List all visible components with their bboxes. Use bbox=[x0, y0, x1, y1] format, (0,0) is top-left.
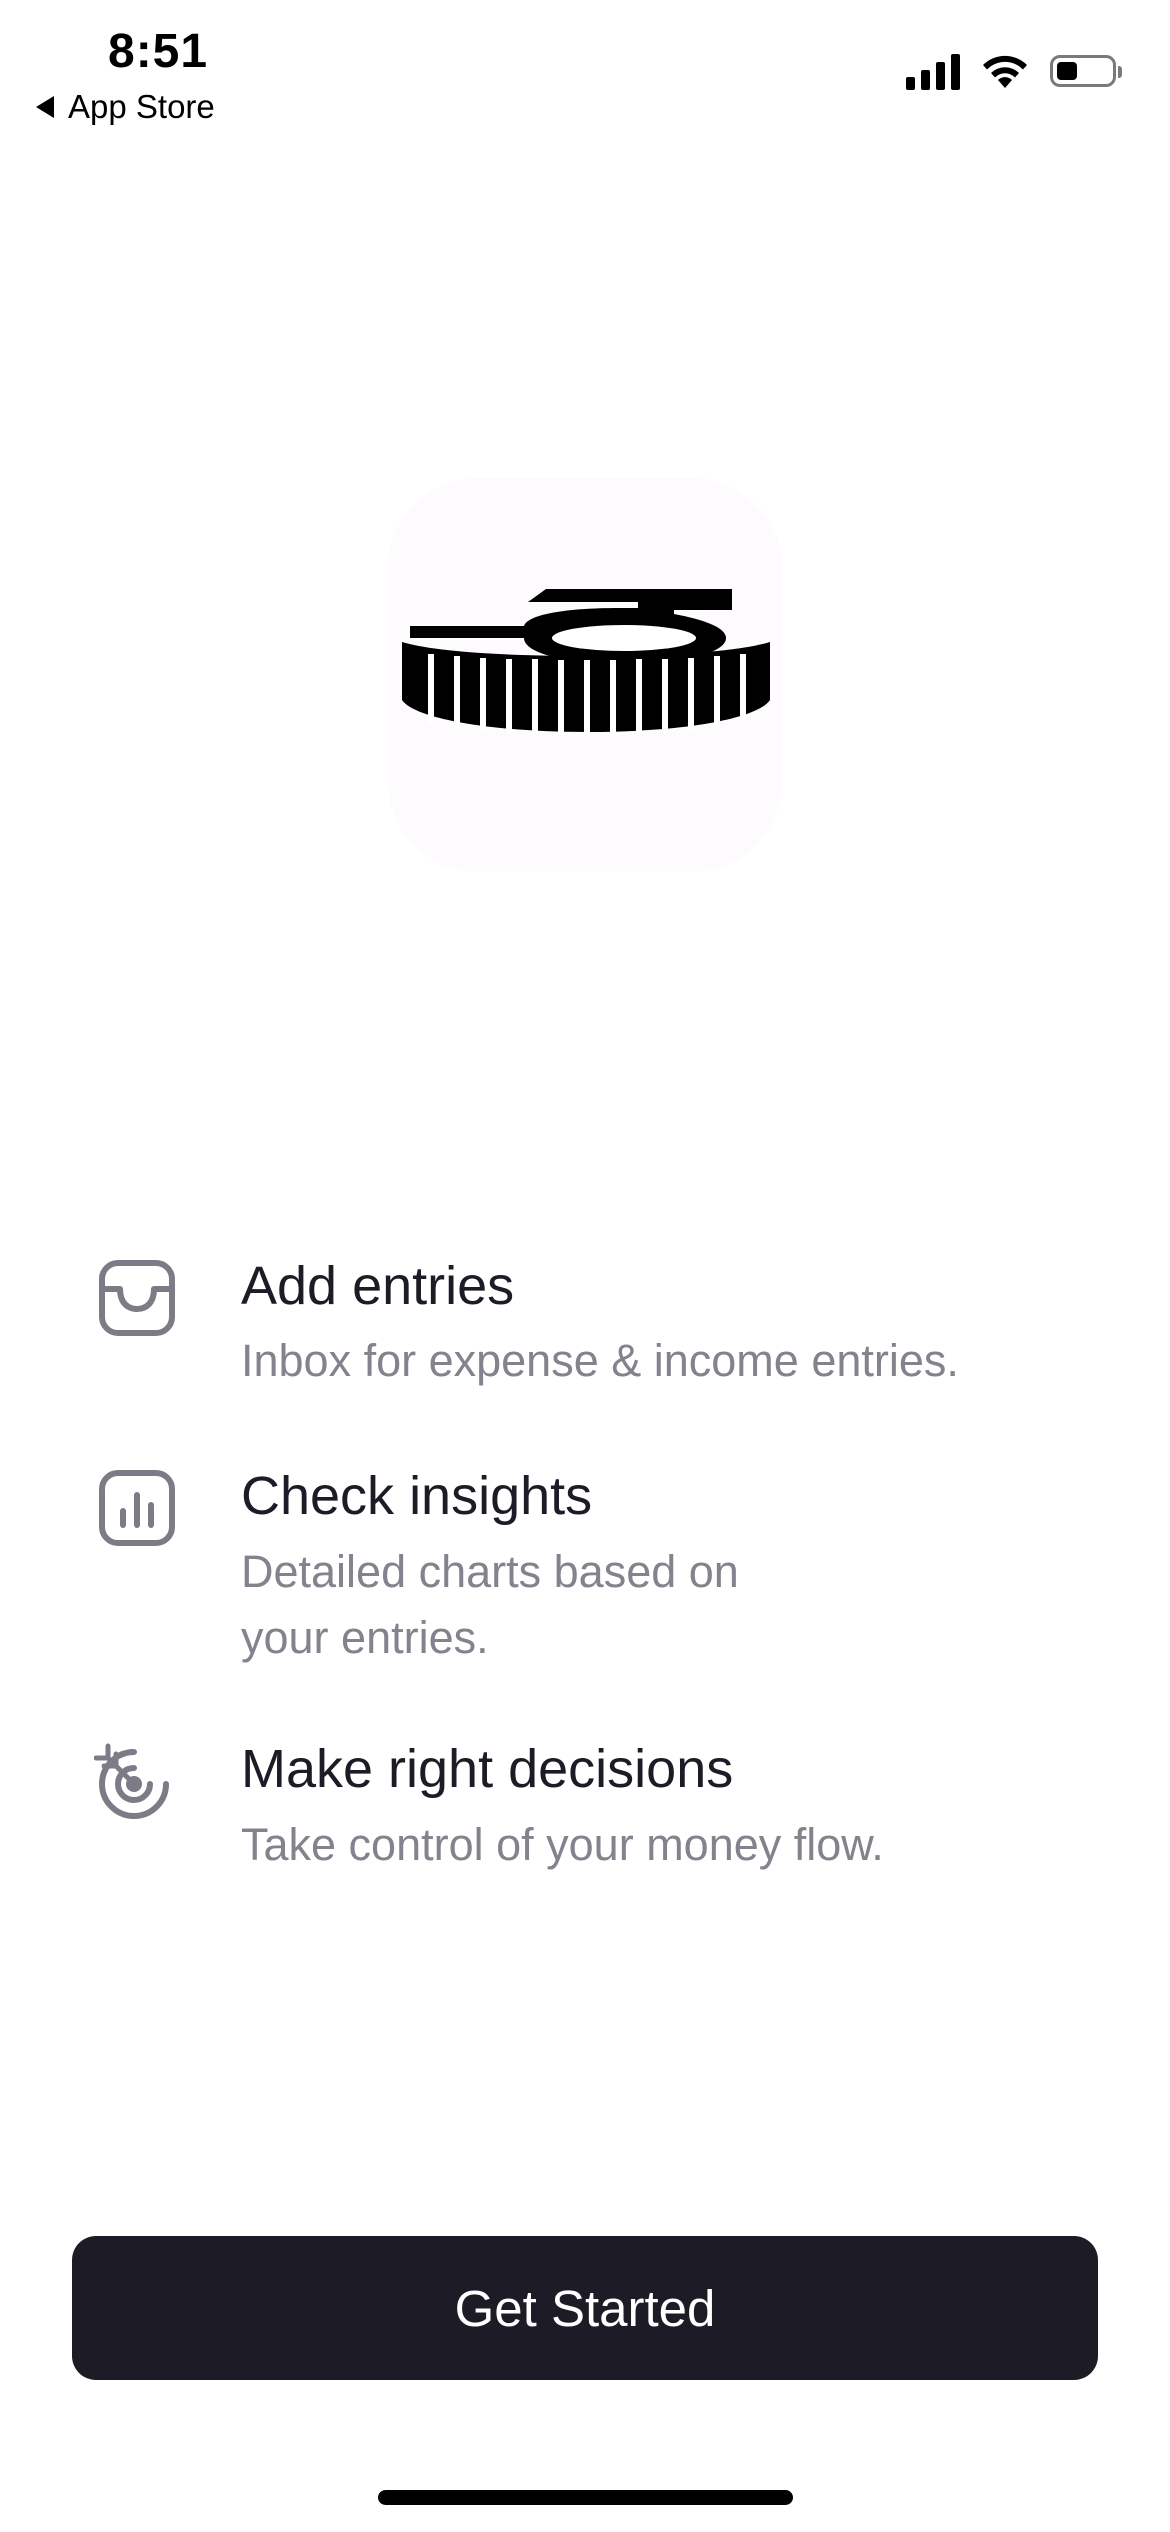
battery-icon bbox=[1050, 55, 1122, 87]
cellular-signal-icon bbox=[906, 52, 960, 90]
feature-description: Inbox for expense & income entries. bbox=[241, 1335, 959, 1386]
back-arrow-icon bbox=[36, 96, 54, 118]
feature-description-line: Detailed charts based on bbox=[241, 1546, 739, 1597]
get-started-button[interactable]: Get Started bbox=[72, 2236, 1098, 2380]
target-icon bbox=[94, 1743, 169, 1819]
inbox-icon bbox=[99, 1260, 175, 1336]
back-to-app-store-link[interactable]: App Store bbox=[36, 88, 215, 126]
feature-title: Make right decisions bbox=[241, 1739, 734, 1799]
feature-description-line: your entries. bbox=[241, 1612, 489, 1663]
wifi-icon bbox=[983, 55, 1027, 88]
feature-title: Add entries bbox=[241, 1256, 515, 1316]
chart-icon bbox=[99, 1470, 175, 1546]
feature-description: Take control of your money flow. bbox=[241, 1819, 884, 1870]
status-icons bbox=[906, 52, 1122, 90]
home-indicator[interactable] bbox=[378, 2490, 793, 2505]
app-logo bbox=[388, 478, 782, 872]
status-time: 8:51 bbox=[108, 25, 209, 78]
feature-title: Check insights bbox=[241, 1466, 593, 1526]
status-bar: 8:51 App Store bbox=[0, 0, 1170, 150]
back-link-label: App Store bbox=[68, 88, 215, 125]
coin-logo-icon bbox=[402, 589, 770, 735]
feature-description: Detailed charts based on your entries. bbox=[241, 1539, 1101, 1671]
